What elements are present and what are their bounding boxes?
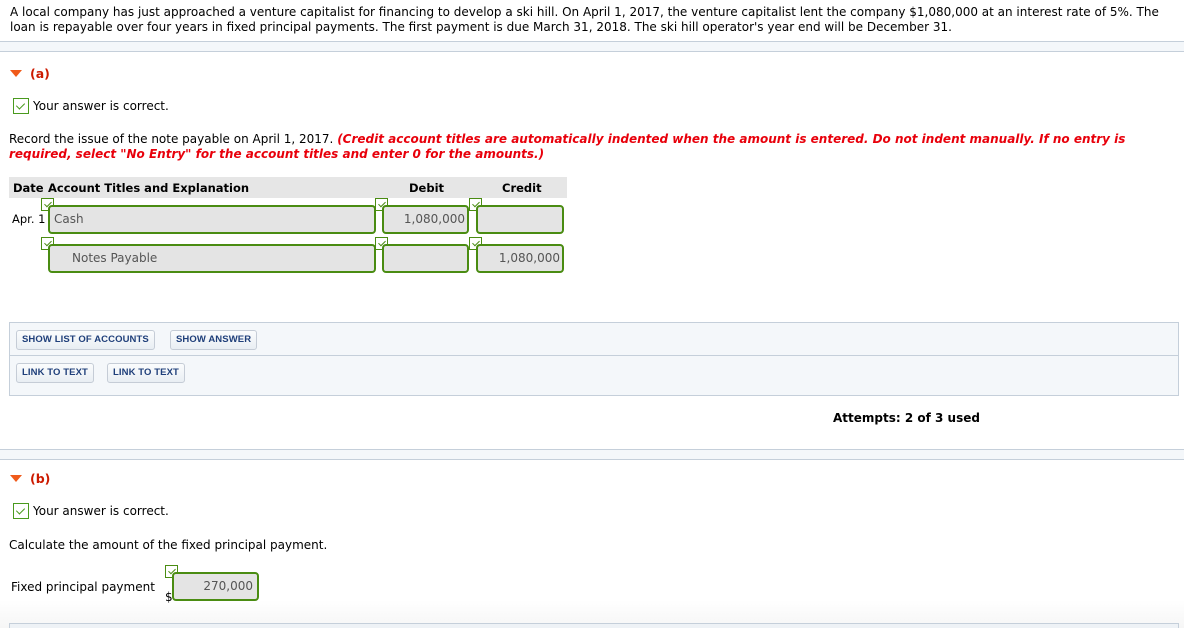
collapse-triangle-icon[interactable] (10, 475, 22, 482)
fixed-principal-payment-field[interactable]: 270,000 (172, 572, 259, 601)
panel-divider (10, 355, 1178, 356)
attempts-counter: Attempts: 2 of 3 used (833, 411, 980, 425)
show-list-of-accounts-button[interactable]: SHOW LIST OF ACCOUNTS (16, 330, 155, 350)
header-date: Date (13, 181, 44, 195)
header-credit: Credit (502, 181, 542, 195)
account-title-field[interactable]: Notes Payable (48, 244, 376, 273)
part-b-status: Your answer is correct. (13, 503, 169, 519)
fixed-principal-payment-label: Fixed principal payment (11, 580, 155, 594)
section-divider (0, 449, 1184, 460)
check-icon (13, 503, 29, 519)
part-a-status-text: Your answer is correct. (33, 99, 169, 113)
part-a-status: Your answer is correct. (13, 98, 169, 114)
credit-field[interactable] (476, 205, 564, 234)
section-divider (0, 41, 1184, 52)
collapse-triangle-icon[interactable] (10, 70, 22, 77)
part-a-label: (a) (30, 66, 50, 81)
check-icon (13, 98, 29, 114)
part-a-header[interactable]: (a) (10, 66, 50, 81)
part-b-instruction: Calculate the amount of the fixed princi… (9, 538, 328, 552)
section-divider (9, 623, 1179, 628)
action-panel: SHOW LIST OF ACCOUNTS SHOW ANSWER LINK T… (9, 322, 1179, 396)
link-to-text-button[interactable]: LINK TO TEXT (16, 363, 94, 383)
instruction-text: Record the issue of the note payable on … (9, 132, 334, 146)
header-debit: Debit (409, 181, 445, 195)
part-b-label: (b) (30, 471, 51, 486)
part-b-status-text: Your answer is correct. (33, 504, 169, 518)
link-to-text-button[interactable]: LINK TO TEXT (107, 363, 185, 383)
account-title-field[interactable]: Cash (48, 205, 376, 234)
show-answer-button[interactable]: SHOW ANSWER (170, 330, 258, 350)
row-date: Apr. 1 (12, 212, 46, 226)
part-a-instruction: Record the issue of the note payable on … (9, 132, 1179, 162)
debit-field[interactable] (382, 244, 469, 273)
debit-field[interactable]: 1,080,000 (382, 205, 469, 234)
part-b-header[interactable]: (b) (10, 471, 50, 486)
header-account: Account Titles and Explanation (48, 181, 250, 195)
journal-header: Date Account Titles and Explanation Debi… (9, 177, 567, 198)
credit-field[interactable]: 1,080,000 (476, 244, 564, 273)
problem-text: A local company has just approached a ve… (10, 5, 1159, 34)
